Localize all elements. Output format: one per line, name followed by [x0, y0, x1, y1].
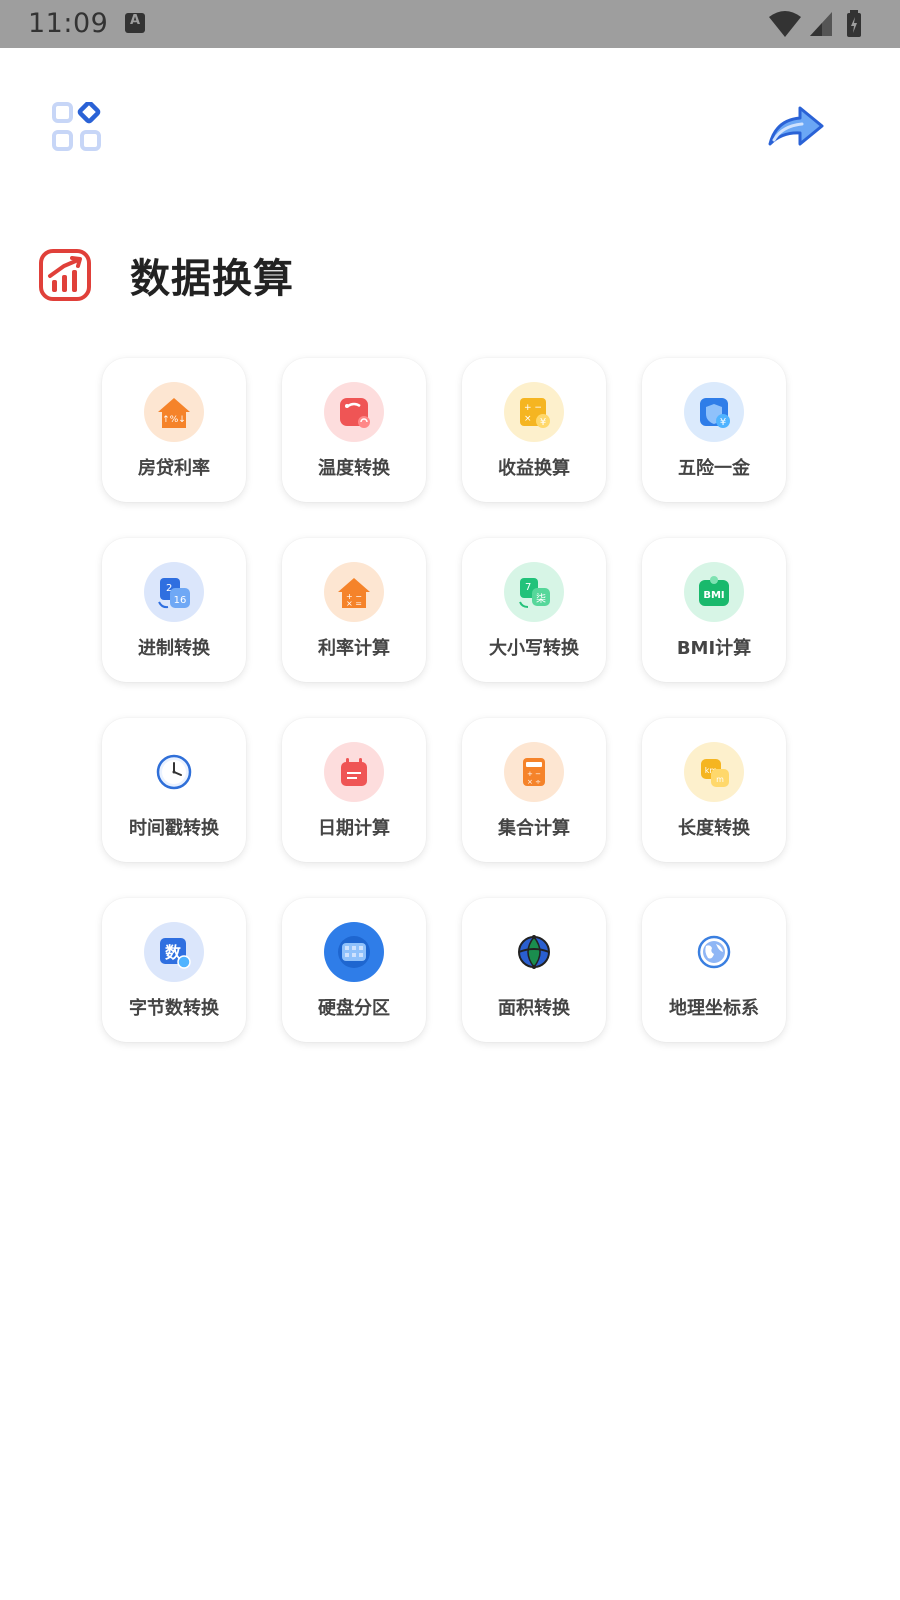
tool-card-calendar[interactable]: 日期计算 — [282, 718, 426, 862]
svg-text:m: m — [716, 775, 724, 784]
calendar-icon — [324, 742, 384, 802]
tool-card-shield-yuan[interactable]: ¥ 五险一金 — [642, 358, 786, 502]
notification-icon: A — [125, 13, 145, 33]
tool-label: 面积转换 — [498, 998, 570, 1019]
share-arrow-icon — [768, 106, 824, 146]
tool-card-number-base[interactable]: 2 16 进制转换 — [102, 538, 246, 682]
tool-card-thermometer[interactable]: 温度转换 — [282, 358, 426, 502]
tool-card-house-percent[interactable]: ↑%↓ 房贷利率 — [102, 358, 246, 502]
share-button[interactable] — [766, 104, 826, 154]
tool-label: 长度转换 — [678, 818, 750, 839]
house-percent-icon: ↑%↓ — [144, 382, 204, 442]
tool-label: BMI计算 — [676, 638, 752, 659]
tool-label: 五险一金 — [678, 458, 750, 479]
disk-partition-icon — [324, 922, 384, 982]
tool-label: 房贷利率 — [138, 458, 210, 479]
tool-label: 大小写转换 — [489, 638, 579, 659]
shield-yuan-icon: ¥ — [684, 382, 744, 442]
tool-label: 硬盘分区 — [318, 998, 390, 1019]
svg-text:柒: 柒 — [536, 592, 546, 605]
number-base-icon: 2 16 — [144, 562, 204, 622]
house-calculator-icon: + − × = — [324, 562, 384, 622]
tool-card-earth[interactable]: 地理坐标系 — [642, 898, 786, 1042]
tool-label: 地理坐标系 — [669, 998, 759, 1019]
globe-leaf-icon — [504, 922, 564, 982]
tool-card-house-calculator[interactable]: + − × = 利率计算 — [282, 538, 426, 682]
earth-icon — [684, 922, 744, 982]
tool-label: 温度转换 — [318, 458, 390, 479]
tool-label: 收益换算 — [498, 458, 570, 479]
tool-card-byte-count[interactable]: 数字节数转换 — [102, 898, 246, 1042]
wifi-icon — [769, 11, 801, 37]
tool-card-calculator-yuan[interactable]: + − × ¥ 收益换算 — [462, 358, 606, 502]
tool-card-globe-leaf[interactable]: 面积转换 — [462, 898, 606, 1042]
svg-text:↑%↓: ↑%↓ — [162, 415, 186, 425]
tool-label: 进制转换 — [138, 638, 210, 659]
tool-label: 集合计算 — [498, 818, 570, 839]
battery-icon — [847, 10, 861, 37]
svg-text:× ÷: × ÷ — [527, 778, 541, 786]
number-case-icon: 7柒 — [504, 562, 564, 622]
thermometer-icon — [324, 382, 384, 442]
svg-text:16: 16 — [174, 595, 187, 606]
status-bar: 11:09 A — [0, 0, 900, 48]
svg-text:BMI: BMI — [703, 590, 724, 601]
tool-label: 时间戳转换 — [129, 818, 219, 839]
tool-card-clock[interactable]: 时间戳转换 — [102, 718, 246, 862]
apps-grid-button[interactable] — [52, 100, 104, 154]
byte-count-icon: 数 — [144, 922, 204, 982]
svg-text:¥: ¥ — [540, 417, 546, 428]
chart-trend-icon — [38, 248, 92, 302]
tool-card-ruler-km[interactable]: km m 长度转换 — [642, 718, 786, 862]
tool-label: 日期计算 — [318, 818, 390, 839]
signal-icon — [810, 12, 832, 36]
tool-card-bmi-scale[interactable]: BMI BMI计算 — [642, 538, 786, 682]
tool-card-disk-partition[interactable]: 硬盘分区 — [282, 898, 426, 1042]
tool-label: 利率计算 — [318, 638, 390, 659]
svg-text:¥: ¥ — [720, 417, 726, 428]
status-icons — [768, 10, 878, 38]
svg-text:× =: × = — [346, 599, 362, 608]
tool-card-calculator[interactable]: + − × ÷ 集合计算 — [462, 718, 606, 862]
page-title: 数据换算 — [130, 256, 294, 302]
svg-text:+ −: + − — [527, 770, 541, 778]
ruler-km-icon: km m — [684, 742, 744, 802]
tool-card-number-case[interactable]: 7 柒大小写转换 — [462, 538, 606, 682]
calculator-icon: + − × ÷ — [504, 742, 564, 802]
status-time: 11:09 — [28, 8, 109, 39]
bmi-scale-icon: BMI — [684, 562, 744, 622]
svg-text:+ −: + − — [524, 403, 542, 413]
clock-icon — [144, 742, 204, 802]
svg-text:×: × — [524, 414, 532, 424]
tool-label: 字节数转换 — [129, 998, 219, 1019]
svg-text:7: 7 — [525, 582, 531, 593]
calculator-yuan-icon: + − × ¥ — [504, 382, 564, 442]
apps-grid-icon — [52, 100, 101, 151]
